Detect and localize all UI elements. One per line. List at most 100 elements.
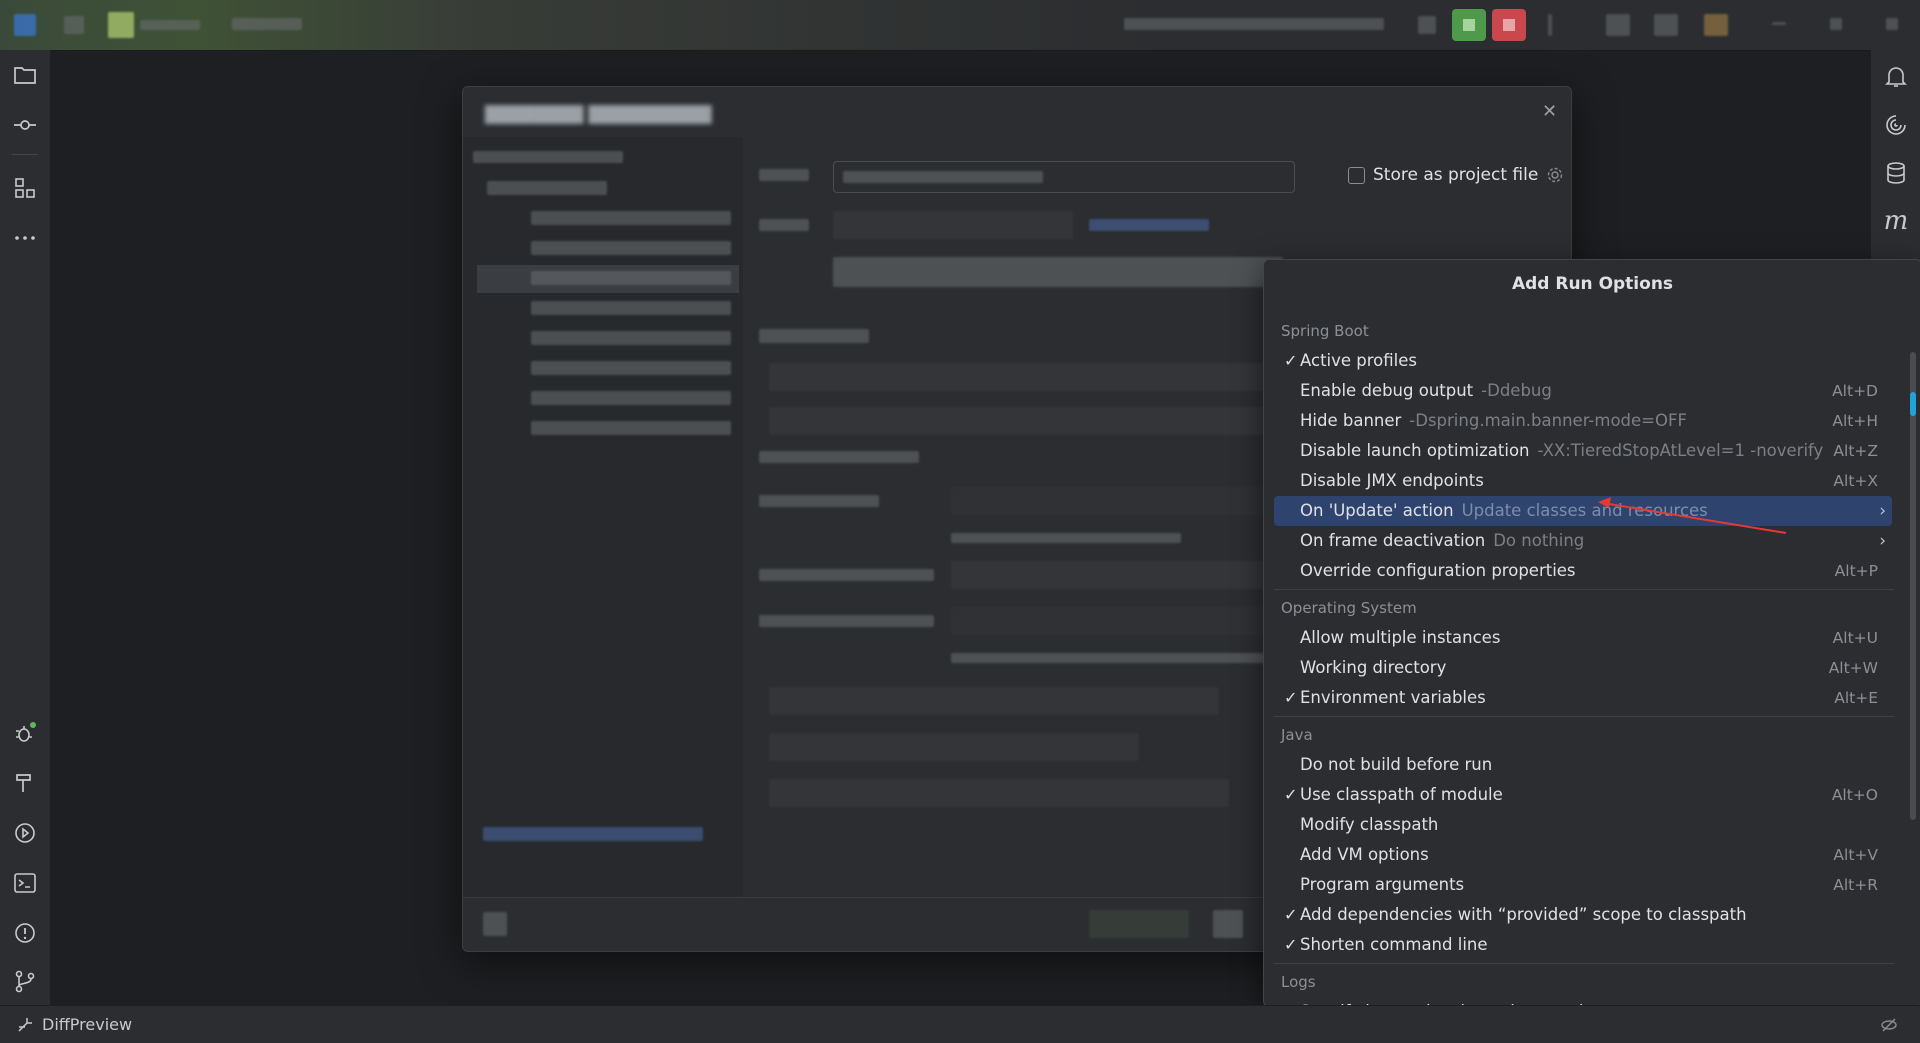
maven-icon[interactable]: m xyxy=(1883,208,1909,234)
jre-field[interactable] xyxy=(769,363,1269,391)
tree-item[interactable] xyxy=(531,361,731,375)
tree-item[interactable] xyxy=(531,241,731,255)
run-option-item[interactable]: Allow multiple instances Alt+U xyxy=(1274,623,1892,653)
run-option-item[interactable]: On 'Update' action Update classes and res… xyxy=(1274,496,1892,526)
run-option-item[interactable]: Disable JMX endpoints Alt+X xyxy=(1274,466,1892,496)
option-shortcut: Alt+R xyxy=(1833,876,1878,894)
run-option-item[interactable]: Modify classpath xyxy=(1274,810,1892,840)
notifications-icon[interactable] xyxy=(1883,64,1909,90)
env-label xyxy=(759,569,934,581)
update-action-chip[interactable] xyxy=(769,687,1219,715)
terminal-icon[interactable] xyxy=(12,870,38,896)
minimize-button[interactable] xyxy=(1772,22,1786,25)
help-icon[interactable] xyxy=(483,912,507,936)
database-icon[interactable] xyxy=(1883,160,1909,186)
main-menu-icon[interactable] xyxy=(64,16,84,34)
option-label-wrap: On 'Update' action Update classes and res… xyxy=(1300,496,1708,526)
option-label: Environment variables xyxy=(1300,688,1486,707)
run-option-item[interactable]: Override configuration properties Alt+P xyxy=(1274,556,1892,586)
tree-item[interactable] xyxy=(531,211,731,225)
runs-on-select[interactable] xyxy=(833,211,1073,239)
debug-icon[interactable] xyxy=(12,720,38,746)
option-shortcut: Alt+U xyxy=(1832,629,1878,647)
option-label-wrap: Program arguments xyxy=(1300,870,1464,900)
folder-icon[interactable] xyxy=(12,62,38,88)
project-name[interactable] xyxy=(140,20,200,30)
shorten-chip[interactable] xyxy=(769,779,1229,807)
tree-item[interactable] xyxy=(531,271,731,285)
run-option-item[interactable]: Add VM options Alt+V xyxy=(1274,840,1892,870)
main-class-field[interactable] xyxy=(769,407,1269,435)
more-icon[interactable] xyxy=(12,225,38,251)
run-option-item[interactable]: Disable launch optimization -XX:TieredSto… xyxy=(1274,436,1892,466)
run-option-item[interactable]: Working directory Alt+W xyxy=(1274,653,1892,683)
shorten-field[interactable] xyxy=(951,607,1271,635)
ai-assistant-icon[interactable] xyxy=(1883,112,1909,138)
checkmark-icon: ✓ xyxy=(1284,785,1298,804)
build-hammer-icon[interactable] xyxy=(12,770,38,796)
run-button[interactable] xyxy=(1452,9,1486,41)
option-hint: Update classes and resources xyxy=(1461,501,1708,520)
services-icon[interactable] xyxy=(12,820,38,846)
manage-targets-link[interactable] xyxy=(1089,219,1209,231)
section-header: Java xyxy=(1281,726,1313,744)
tree-toolbar[interactable] xyxy=(473,151,623,163)
popup-title: Add Run Options xyxy=(1511,274,1674,294)
run-option-item[interactable]: ✓ Active profiles xyxy=(1274,346,1892,376)
run-config-selector[interactable] xyxy=(1124,18,1384,30)
add-run-options-popup: Add Run Options Spring Boot ✓ Active profi… xyxy=(1263,259,1920,1007)
diff-preview-widget[interactable]: DiffPreview xyxy=(16,1015,132,1034)
tree-group-node[interactable] xyxy=(487,181,607,195)
build-icon[interactable] xyxy=(1418,16,1436,34)
close-icon[interactable]: ✕ xyxy=(1542,101,1557,122)
project-widget[interactable] xyxy=(108,12,134,38)
branch-widget[interactable] xyxy=(232,18,302,30)
option-label: Use classpath of module xyxy=(1300,785,1503,804)
store-as-project-file[interactable]: Store as project file xyxy=(1348,165,1564,185)
commit-icon[interactable] xyxy=(12,112,38,138)
profile-icon[interactable] xyxy=(1606,14,1630,36)
option-label-wrap: Environment variables xyxy=(1300,683,1486,713)
vcs-icon[interactable] xyxy=(1654,14,1678,36)
more-actions-button[interactable] xyxy=(1213,910,1243,938)
active-profiles-field[interactable] xyxy=(951,487,1271,515)
app-logo-icon[interactable] xyxy=(14,14,36,36)
git-branch-icon[interactable] xyxy=(12,968,38,994)
option-label-wrap: Add dependencies with “provided” scope t… xyxy=(1300,900,1747,930)
run-option-item[interactable]: ✓ Environment variables Alt+E xyxy=(1274,683,1892,713)
env-field[interactable] xyxy=(951,561,1271,589)
debug-button[interactable] xyxy=(1089,910,1189,938)
option-label: Program arguments xyxy=(1300,875,1465,894)
tree-item[interactable] xyxy=(531,331,731,345)
run-option-item[interactable]: Do not build before run xyxy=(1274,750,1892,780)
problems-icon[interactable] xyxy=(12,920,38,946)
run-option-item[interactable]: ✓ Use classpath of module Alt+O xyxy=(1274,780,1892,810)
edit-templates-link[interactable] xyxy=(483,827,703,841)
run-option-item[interactable]: Enable debug output -Ddebug Alt+D xyxy=(1274,376,1892,406)
scrollbar-thumb[interactable] xyxy=(1910,352,1916,820)
tree-item[interactable] xyxy=(531,391,731,405)
run-option-item[interactable]: Hide banner -Dspring.main.banner-mode=OFF… xyxy=(1274,406,1892,436)
close-window-button[interactable] xyxy=(1886,18,1898,30)
option-label-wrap: Shorten command line xyxy=(1300,930,1488,960)
option-shortcut: Alt+O xyxy=(1831,786,1878,804)
maximize-button[interactable] xyxy=(1830,18,1842,30)
run-option-item[interactable]: Program arguments Alt+R xyxy=(1274,870,1892,900)
option-label-wrap: Use classpath of module xyxy=(1300,780,1503,810)
option-label: Disable JMX endpoints xyxy=(1300,471,1484,490)
description-text xyxy=(833,257,1283,287)
option-shortcut: Alt+H xyxy=(1832,412,1878,430)
tree-item[interactable] xyxy=(531,301,731,315)
power-save-icon[interactable] xyxy=(1880,1016,1898,1034)
stop-button[interactable] xyxy=(1492,9,1526,41)
structure-icon[interactable] xyxy=(12,175,38,201)
hint-text xyxy=(759,451,919,463)
plugin-icon[interactable] xyxy=(1704,14,1728,36)
tree-item[interactable] xyxy=(531,421,731,435)
run-option-item[interactable]: ✓ Shorten command line xyxy=(1274,930,1892,960)
gear-icon[interactable] xyxy=(1546,166,1564,184)
run-option-item[interactable]: On frame deactivation Do nothing › xyxy=(1274,526,1892,556)
store-checkbox[interactable] xyxy=(1348,166,1365,184)
dependencies-chip[interactable] xyxy=(769,733,1139,761)
run-option-item[interactable]: ✓ Add dependencies with “provided” scope … xyxy=(1274,900,1892,930)
